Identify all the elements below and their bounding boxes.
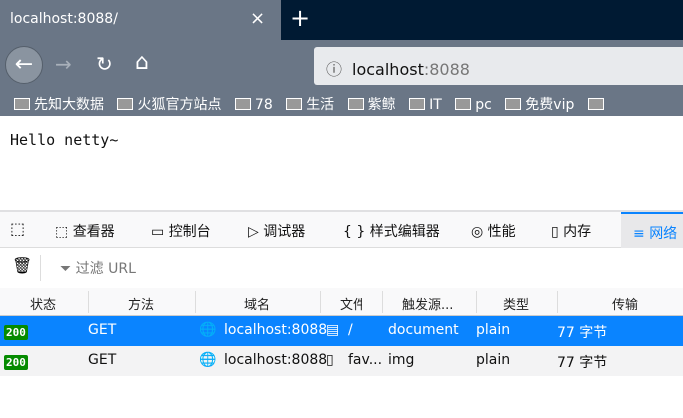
url-port: :8088: [423, 60, 470, 79]
bookmark-folder[interactable]: 先知大数据: [14, 94, 104, 114]
browser-tab[interactable]: localhost:8088/: [0, 0, 281, 40]
column-cause[interactable]: 触发源...: [402, 294, 453, 313]
transferred: 77 字节: [557, 355, 608, 371]
method: GET: [88, 352, 117, 368]
folder-icon: [234, 98, 251, 110]
folder-icon: [587, 98, 604, 110]
home-button[interactable]: ⌂: [135, 50, 149, 75]
column-method[interactable]: 方法: [128, 294, 154, 313]
bookmark-folder[interactable]: 生活: [286, 94, 334, 114]
folder-icon: [455, 98, 472, 110]
network-icon: ≡: [633, 226, 645, 242]
back-button[interactable]: ←: [5, 46, 43, 84]
page-text: Hello netty~: [10, 131, 119, 149]
element-picker-icon[interactable]: ⬚: [10, 219, 25, 238]
console-icon: ▭: [151, 224, 165, 240]
forward-button[interactable]: →: [55, 52, 72, 76]
column-transferred[interactable]: 传输: [612, 294, 638, 313]
bookmark-folder[interactable]: IT: [409, 97, 442, 113]
cause: document: [388, 322, 459, 338]
transferred: 77 字节: [557, 325, 608, 341]
folder-icon: [409, 98, 426, 110]
column-status[interactable]: 状态: [30, 294, 56, 313]
domain: localhost:8088: [224, 352, 328, 368]
memory-icon: ▯: [551, 224, 559, 240]
folder-icon: [505, 98, 522, 110]
performance-icon: ◎: [471, 224, 484, 240]
tab-style-editor[interactable]: { } 样式编辑器: [343, 221, 440, 241]
close-tab-icon[interactable]: ×: [250, 8, 265, 29]
table-row[interactable]: 200 GET 🌐 localhost:8088 ▤ / document pl…: [0, 316, 683, 346]
tab-network[interactable]: ≡ 网络: [621, 212, 683, 248]
file-icon: ▯: [326, 352, 334, 368]
bookmarks-bar: 先知大数据 火狐官方站点 78 生活 紫鲸 IT pc 免费vip: [0, 92, 683, 116]
method: GET: [88, 322, 117, 338]
url-bar[interactable]: ⓘ localhost:8088: [314, 47, 683, 85]
tab-inspector[interactable]: ⬚ 查看器: [55, 221, 115, 241]
reload-button[interactable]: ↻: [96, 52, 113, 76]
tab-title: localhost:8088/: [10, 11, 118, 27]
document-icon: ▤: [326, 322, 340, 338]
devtools-toolbar: ⬚ ⬚ 查看器 ▭ 控制台 ▷ 调试器 { } 样式编辑器 ◎ 性能 ▯ 内存 …: [0, 212, 683, 248]
domain: localhost:8088: [224, 322, 328, 338]
debugger-icon: ▷: [248, 224, 259, 240]
file: fav...: [348, 352, 383, 368]
globe-icon: 🌐: [199, 322, 217, 338]
status-badge: 200: [4, 325, 28, 340]
folder-icon: [117, 98, 134, 110]
bookmark-folder[interactable]: [587, 97, 608, 113]
filter-icon: ⏷: [60, 261, 72, 277]
type: plain: [476, 352, 511, 368]
tab-memory[interactable]: ▯ 内存: [551, 221, 591, 241]
bookmark-folder[interactable]: 火狐官方站点: [117, 94, 221, 114]
status-badge: 200: [4, 355, 28, 370]
inspector-icon: ⬚: [55, 224, 69, 240]
bookmark-folder[interactable]: 紫鲸: [347, 94, 396, 114]
file: /: [348, 322, 353, 338]
folder-icon: [347, 98, 364, 110]
tab-performance[interactable]: ◎ 性能: [471, 221, 516, 241]
table-row[interactable]: 200 GET 🌐 localhost:8088 ▯ fav... img pl…: [0, 346, 683, 376]
folder-icon: [14, 98, 30, 110]
info-icon[interactable]: ⓘ: [326, 60, 342, 79]
request-table-header: 状态 方法 域名 文件 触发源... 类型 传输: [0, 288, 683, 316]
cause: img: [388, 352, 415, 368]
globe-icon: 🌐: [199, 352, 217, 368]
tab-debugger[interactable]: ▷ 调试器: [248, 221, 305, 241]
url-host: localhost: [352, 60, 424, 79]
folder-icon: [286, 98, 303, 110]
braces-icon: { }: [343, 224, 366, 240]
column-type[interactable]: 类型: [503, 294, 529, 313]
filter-url-input[interactable]: ⏷ 过滤 URL: [0, 249, 683, 285]
tab-console[interactable]: ▭ 控制台: [151, 221, 211, 241]
bookmark-folder[interactable]: 免费vip: [505, 94, 574, 114]
column-file[interactable]: 文件: [340, 294, 362, 313]
column-domain[interactable]: 域名: [244, 294, 270, 313]
bookmark-folder[interactable]: pc: [455, 97, 492, 113]
bookmark-folder[interactable]: 78: [234, 97, 273, 113]
new-tab-button[interactable]: +: [290, 4, 310, 32]
type: plain: [476, 322, 511, 338]
